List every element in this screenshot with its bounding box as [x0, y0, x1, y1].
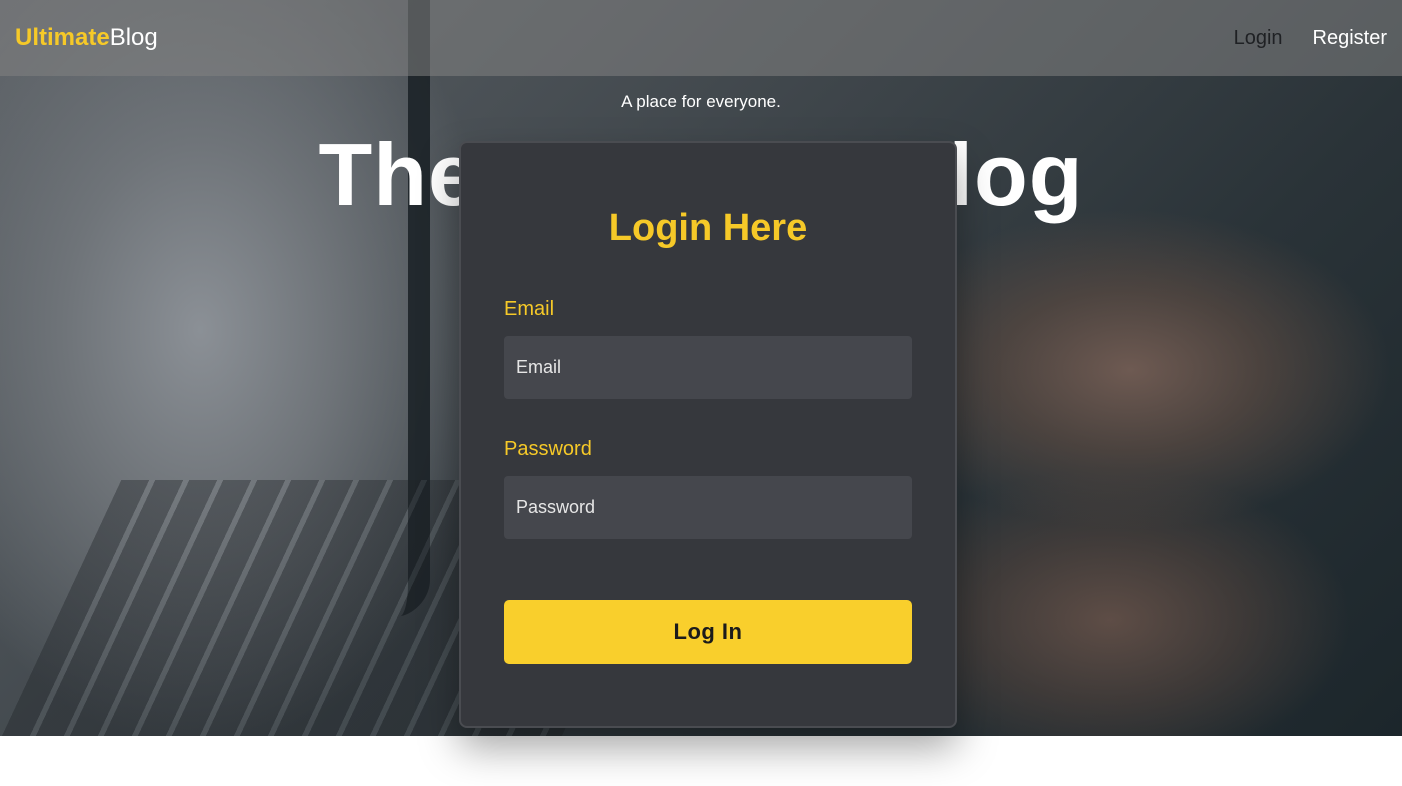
brand-logo[interactable]: UltimateBlog	[15, 24, 158, 52]
login-card: Login Here Email Password Log In	[459, 141, 957, 728]
login-card-title: Login Here	[608, 207, 808, 249]
nav-login-link[interactable]: Login	[1234, 27, 1283, 50]
password-label: Password	[504, 438, 592, 460]
nav-register-link[interactable]: Register	[1313, 27, 1387, 50]
brand-rest-text: Blog	[109, 24, 158, 51]
email-label: Email	[504, 298, 555, 320]
top-navbar: UltimateBlog Login Register	[0, 0, 1402, 76]
email-input[interactable]	[504, 336, 912, 399]
hero-tagline: A place for everyone.	[621, 92, 781, 111]
brand-accent-text: Ultimate	[15, 24, 110, 51]
login-submit-button[interactable]: Log In	[504, 600, 912, 664]
password-input[interactable]	[504, 476, 912, 539]
nav-links: Login Register	[1234, 27, 1387, 50]
